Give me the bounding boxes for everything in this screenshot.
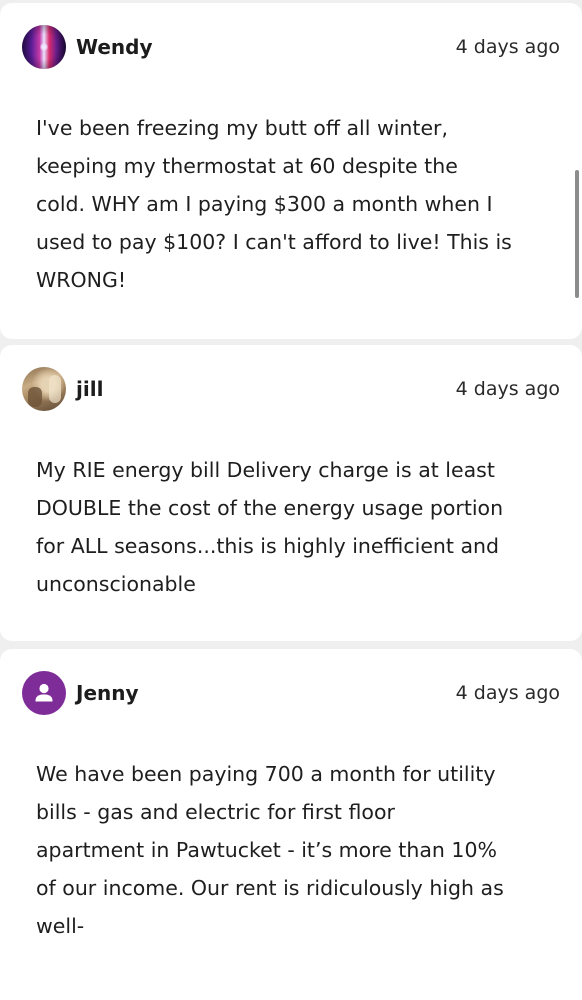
- comment-text: We have been paying 700 a month for util…: [36, 762, 504, 938]
- scrollbar[interactable]: [575, 170, 579, 298]
- timestamp: 4 days ago: [455, 682, 560, 704]
- comment-text: I've been freezing my butt off all winte…: [36, 116, 512, 292]
- comment-header: Jenny 4 days ago: [22, 671, 560, 715]
- avatar[interactable]: [22, 671, 66, 715]
- user-name[interactable]: Wendy: [76, 35, 153, 59]
- avatar[interactable]: [22, 25, 66, 69]
- user-name[interactable]: Jenny: [76, 681, 139, 705]
- user-name[interactable]: jill: [76, 377, 103, 401]
- timestamp: 4 days ago: [455, 36, 560, 58]
- avatar[interactable]: [22, 367, 66, 411]
- person-icon: [35, 683, 53, 702]
- comment-header: Wendy 4 days ago: [22, 25, 560, 69]
- comment-card: Wendy 4 days ago I've been freezing my b…: [0, 3, 582, 339]
- comment-text: My RIE energy bill Delivery charge is at…: [36, 458, 504, 596]
- comment-feed: Wendy 4 days ago I've been freezing my b…: [0, 0, 582, 1000]
- comment-card: jill 4 days ago My RIE energy bill Deliv…: [0, 345, 582, 641]
- comment-header: jill 4 days ago: [22, 367, 560, 411]
- comment-card: Jenny 4 days ago We have been paying 700…: [0, 649, 582, 1000]
- timestamp: 4 days ago: [455, 378, 560, 400]
